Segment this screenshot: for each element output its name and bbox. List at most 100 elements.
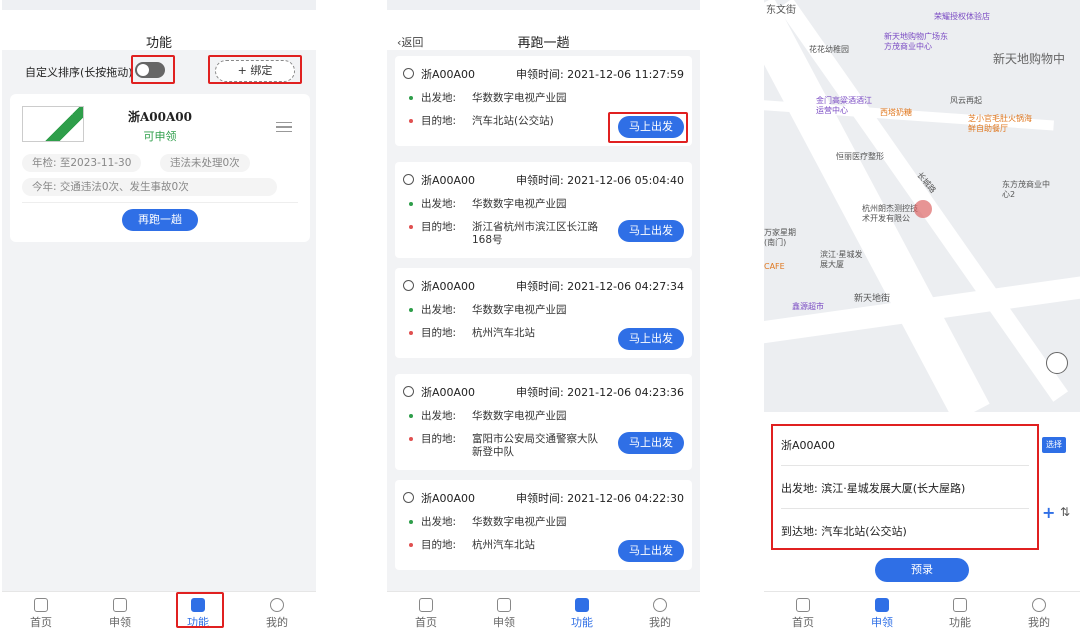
to-value: 杭州汽车北站: [472, 539, 535, 551]
cube-icon: [575, 598, 589, 612]
tab-apply[interactable]: 申领: [479, 598, 529, 630]
tab-bar: 首页 申领 功能 我的: [387, 591, 700, 641]
from-label: 出发地:: [421, 516, 457, 528]
home-icon: [796, 598, 810, 612]
from-value: 华数数字电视产业园: [472, 410, 567, 422]
from-field[interactable]: 出发地: 滨江·星城发展大厦(长大屋路): [781, 469, 1029, 509]
to-value: 富阳市公安局交通警察大队新登中队: [472, 433, 598, 458]
from-label: 出发地:: [421, 198, 457, 210]
vehicle-card: 可申领 浙A00A00 可申领 年检: 至2023-11-30 违法未处理0次 …: [10, 94, 310, 242]
drag-handle-icon[interactable]: [276, 122, 292, 132]
to-row: 目的地: 富阳市公安局交通警察大队新登中队: [409, 433, 598, 458]
map-label: 鑫源超市: [792, 302, 824, 311]
highlight-function-tab: [176, 592, 224, 628]
inspection-chip: 年检: 至2023-11-30: [22, 154, 142, 172]
plus-icon[interactable]: +: [1042, 503, 1055, 522]
go-button[interactable]: 马上出发: [618, 432, 684, 454]
from-value: 华数数字电视产业园: [472, 304, 567, 316]
go-button[interactable]: 马上出发: [618, 220, 684, 242]
run-again-button[interactable]: 再跑一趟: [122, 209, 198, 231]
map-label: 新天地购物中: [993, 52, 1066, 66]
green-dot-icon: [409, 202, 413, 206]
map-label: 恒丽医疗整形: [836, 152, 884, 161]
tab-function[interactable]: 功能: [557, 598, 607, 630]
map-label: 荣耀授权体验店: [934, 12, 990, 21]
record-card: 浙A00A00 申领时间: 2021-12-06 04:22:30 出发地: 华数数字…: [395, 480, 692, 570]
divider: [22, 202, 298, 203]
function-screen: 功能 自定义排序(长按拖动) + 绑定 可申领 浙A00A00 可申领 年检: …: [2, 0, 316, 641]
sort-label: 自定义排序(长按拖动): [25, 66, 133, 79]
tab-label: 我的: [266, 616, 288, 629]
user-icon: [653, 598, 667, 612]
to-field[interactable]: 到达地: 汽车北站(公交站): [781, 512, 1029, 552]
to-value: 汽车北站(公交站): [472, 115, 554, 127]
to-row: 目的地: 浙江省杭州市滨江区长江路168号: [409, 221, 598, 246]
record-time: 申领时间: 2021-12-06 11:27:59: [515, 68, 684, 81]
to-label: 目的地:: [421, 539, 457, 551]
red-dot-icon: [409, 119, 413, 123]
map-label: 东方茂商业中心2: [1002, 180, 1050, 199]
map-label: 西塔奶糖: [880, 108, 912, 117]
document-icon: [875, 598, 889, 612]
red-dot-icon: [409, 437, 413, 441]
record-card: 浙A00A00 申领时间: 2021-12-06 04:23:36 出发地: 华数数字…: [395, 374, 692, 470]
map-label: 杭州朗杰测控技术开发有限公: [862, 204, 918, 223]
from-row: 出发地: 华数数字电视产业园: [409, 198, 567, 211]
swap-icon[interactable]: ⇅: [1060, 505, 1070, 519]
map-label: 东文街: [766, 5, 796, 16]
record-plate: 浙A00A00: [421, 280, 476, 293]
tab-label: 首页: [415, 616, 437, 629]
tab-mine[interactable]: 我的: [1014, 598, 1064, 630]
tab-home[interactable]: 首页: [401, 598, 451, 630]
user-icon: [1032, 598, 1046, 612]
tab-label: 功能: [949, 616, 971, 629]
go-button[interactable]: 马上出发: [618, 328, 684, 350]
record-card: 浙A00A00 申领时间: 2021-12-06 05:04:40 出发地: 华数数字…: [395, 162, 692, 258]
vehicle-status: 可申领: [143, 130, 177, 143]
tab-label: 申领: [109, 616, 131, 629]
to-label: 目的地:: [421, 115, 457, 127]
tab-apply[interactable]: 申领: [95, 598, 145, 630]
from-label: 出发地:: [421, 304, 457, 316]
record-plate: 浙A00A00: [421, 386, 476, 399]
run-again-screen: ‹返回 再跑一趟 浙A00A00 申领时间: 2021-12-06 11:27:5…: [387, 0, 700, 641]
to-label: 目的地:: [421, 221, 457, 233]
to-row: 目的地: 汽车北站(公交站): [409, 115, 554, 128]
tab-home[interactable]: 首页: [16, 598, 66, 630]
record-time: 申领时间: 2021-12-06 04:22:30: [515, 492, 684, 505]
select-button[interactable]: 选择: [1042, 437, 1066, 453]
green-dot-icon: [409, 308, 413, 312]
to-value: 浙江省杭州市滨江区长江路168号: [472, 221, 598, 246]
from-row: 出发地: 华数数字电视产业园: [409, 516, 567, 529]
home-icon: [419, 598, 433, 612]
apply-screen: 东文街 荣耀授权体验店 花花幼稚园 新天地购物广场东方茂商业中心 新天地购物中 …: [764, 0, 1080, 641]
locate-icon[interactable]: [1046, 352, 1068, 374]
tab-mine[interactable]: 我的: [635, 598, 685, 630]
home-icon: [34, 598, 48, 612]
tab-bar: 首页 申领 功能 我的: [2, 591, 316, 641]
map-label: 万家星期(南门): [764, 228, 796, 247]
map-view[interactable]: 东文街 荣耀授权体验店 花花幼稚园 新天地购物广场东方茂商业中心 新天地购物中 …: [764, 0, 1080, 412]
map-label: 新天地购物广场东方茂商业中心: [884, 32, 948, 51]
record-time: 申领时间: 2021-12-06 04:27:34: [515, 280, 684, 293]
plate-field[interactable]: 浙A00A00: [781, 426, 1029, 466]
record-card: 浙A00A00 申领时间: 2021-12-06 04:27:34 出发地: 华数数字…: [395, 268, 692, 358]
tab-home[interactable]: 首页: [778, 598, 828, 630]
tab-label: 我的: [649, 616, 671, 629]
document-icon: [113, 598, 127, 612]
green-dot-icon: [409, 96, 413, 100]
tab-mine[interactable]: 我的: [252, 598, 302, 630]
reserve-button[interactable]: 预录: [875, 558, 969, 582]
go-button[interactable]: 马上出发: [618, 540, 684, 562]
tab-apply[interactable]: 申领: [857, 598, 907, 630]
green-dot-icon: [409, 414, 413, 418]
clock-icon: [403, 68, 414, 79]
from-row: 出发地: 华数数字电视产业园: [409, 304, 567, 317]
green-dot-icon: [409, 520, 413, 524]
document-icon: [497, 598, 511, 612]
page-title: 功能: [145, 36, 172, 51]
tab-function[interactable]: 功能: [935, 598, 985, 630]
year-stats-chip: 今年: 交通违法0次、发生事故0次: [22, 178, 277, 196]
to-label: 目的地:: [421, 433, 457, 445]
from-value: 华数数字电视产业园: [472, 92, 567, 104]
